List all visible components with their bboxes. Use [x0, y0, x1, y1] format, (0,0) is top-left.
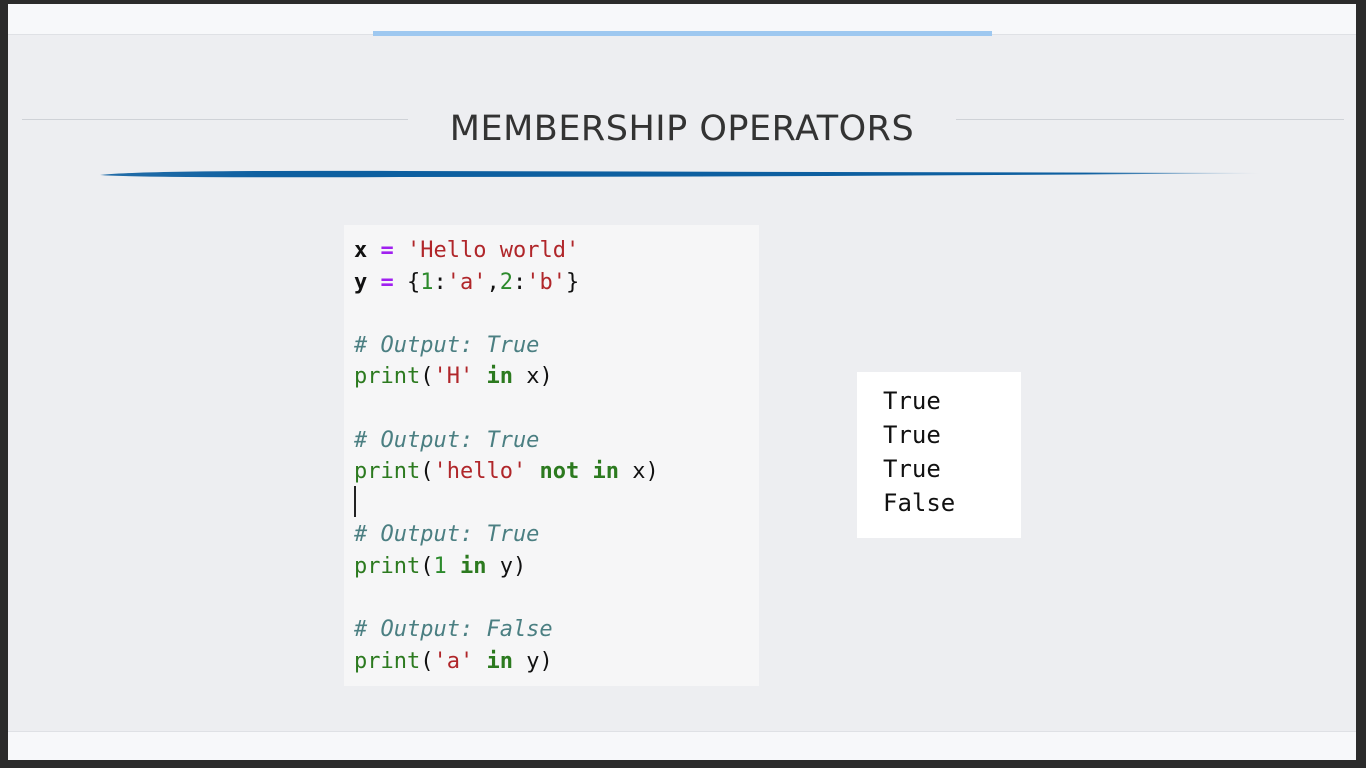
code-token: print [354, 553, 421, 579]
code-token: 'a' [433, 648, 474, 674]
code-line: print('hello' not in x) [354, 456, 659, 488]
code-line: print('a' in y) [354, 646, 659, 678]
code-token: y) [486, 553, 527, 579]
code-token: print [354, 648, 421, 674]
bottom-band [8, 731, 1356, 760]
code-token: 'Hello world' [407, 238, 580, 263]
text-cursor [354, 486, 356, 517]
code-token: in [459, 553, 487, 579]
code-token: { [393, 269, 421, 295]
slide: MEMBERSHIP OPERATORS x = 'Hello world' y … [8, 4, 1356, 760]
output-line: False [883, 489, 956, 517]
code-line: x = 'Hello world' [354, 235, 659, 267]
code-token: = [380, 238, 394, 263]
output-line: True [883, 421, 941, 449]
code-token: x) [512, 364, 553, 390]
code-panel[interactable]: x = 'Hello world' y = {1:'a',2:'b'} # Outp… [344, 225, 759, 686]
code-token: # Output: True [354, 427, 540, 453]
title-rule-right [956, 119, 1344, 120]
slide-title[interactable]: MEMBERSHIP OPERATORS [388, 104, 976, 154]
code-token: = [380, 269, 394, 295]
code-token: 'b' [526, 269, 566, 295]
code-token: } [566, 269, 580, 295]
code-line: # Output: True [354, 330, 659, 362]
code-token: ( [420, 459, 434, 485]
code-line: # Output: False [354, 614, 659, 646]
code-token: not [539, 459, 580, 485]
code-token: 'H' [433, 364, 474, 390]
code-token: # Output: True [354, 522, 540, 548]
output-block: True True True False [883, 384, 955, 520]
code-token: ( [420, 553, 434, 579]
code-token: ( [420, 648, 434, 674]
code-token: in [486, 364, 513, 390]
output-line: True [883, 387, 941, 415]
code-token: in [486, 648, 513, 674]
code-token: 2 [499, 269, 513, 295]
code-line: y = {1:'a',2:'b'} [354, 267, 659, 299]
code-token: ( [420, 364, 434, 390]
code-token: print [354, 459, 421, 485]
code-token: # Output: True [354, 332, 540, 358]
code-block[interactable]: x = 'Hello world' y = {1:'a',2:'b'} # Outp… [354, 235, 659, 677]
code-token: x) [618, 459, 659, 485]
code-token: y) [512, 648, 553, 674]
code-token: 1 [433, 553, 447, 579]
code-line: print(1 in y) [354, 551, 659, 583]
code-token: x [354, 238, 368, 263]
title-rule-left [22, 119, 408, 120]
code-line: # Output: True [354, 425, 659, 457]
code-token: 1 [420, 269, 434, 295]
output-line: True [883, 455, 941, 483]
code-token: y [354, 269, 368, 295]
code-token: : [513, 269, 527, 295]
title-underline [100, 170, 1260, 178]
code-token: # Output: False [354, 617, 553, 643]
code-line: # Output: True [354, 519, 659, 551]
code-token: in [592, 459, 619, 485]
code-token: , [486, 269, 500, 295]
code-line: print('H' in x) [354, 361, 659, 393]
code-token: : [433, 269, 447, 295]
code-token: 'hello' [433, 459, 527, 485]
code-token: 'a' [446, 269, 487, 295]
code-token: print [354, 364, 421, 390]
output-panel[interactable]: True True True False [857, 372, 1021, 538]
top-accent-bar [373, 31, 992, 36]
